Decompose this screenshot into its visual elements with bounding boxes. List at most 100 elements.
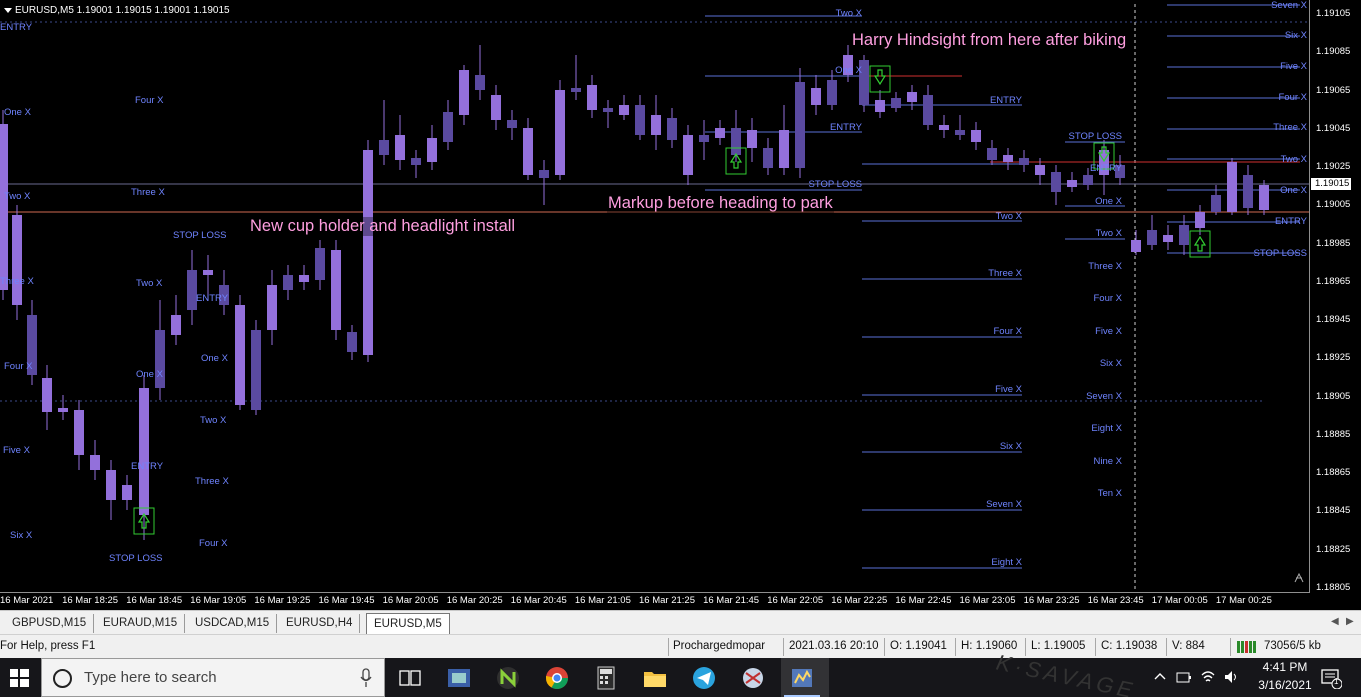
candle-body [603, 108, 613, 112]
level-label-entry[interactable]: ENTRY [131, 461, 163, 472]
candle-body [475, 75, 485, 90]
price-tick-label: 1.19005 [1316, 199, 1351, 211]
chart-area[interactable]: EURUSD,M5 1.19001 1.19015 1.19001 1.1901… [0, 0, 1361, 610]
time-tick-label: 16 Mar 19:05 [190, 595, 247, 606]
power-icon[interactable] [1176, 670, 1192, 684]
tab-euraud-m15[interactable]: EURAUD,M15 [96, 614, 186, 633]
level-label-six-x[interactable]: Six X [1285, 30, 1307, 41]
green-n-app-icon[interactable] [493, 663, 523, 693]
volume-icon[interactable] [1223, 669, 1239, 685]
symbol-dropdown-icon[interactable] [4, 7, 12, 13]
level-label-four-x[interactable]: Four X [135, 95, 164, 106]
annotation-markup[interactable]: Markup before heading to park [607, 194, 834, 213]
level-label-one-x[interactable]: One X [835, 65, 862, 76]
level-label-two-x[interactable]: Two X [4, 191, 30, 202]
tab-usdcad-m15[interactable]: USDCAD,M15 [188, 614, 278, 633]
telegram-icon[interactable] [689, 663, 719, 693]
tab-scroll-right-icon[interactable]: ▶ [1346, 616, 1354, 627]
level-label-two-x[interactable]: Two X [1281, 154, 1307, 165]
level-label-two-x[interactable]: Two X [996, 211, 1022, 222]
level-label-eight-x[interactable]: Eight X [1091, 423, 1122, 434]
level-label-stop-loss[interactable]: STOP LOSS [173, 230, 227, 241]
level-label-entry[interactable]: ENTRY [990, 95, 1022, 106]
candle-body [523, 128, 533, 175]
network-app-icon[interactable] [444, 663, 474, 693]
connection-status-icon[interactable] [1237, 641, 1259, 653]
level-label-five-x[interactable]: Five X [3, 445, 30, 456]
level-label-entry[interactable]: ENTRY [1275, 216, 1307, 227]
snipping-tool-icon[interactable] [738, 663, 768, 693]
wifi-icon[interactable] [1200, 669, 1216, 685]
chrome-icon[interactable] [542, 663, 572, 693]
chart-tabs-bar: GBPUSD,M15 EURAUD,M15 USDCAD,M15 EURUSD,H4 E… [0, 610, 1361, 634]
level-label-four-x[interactable]: Four X [1093, 293, 1122, 304]
task-view-icon[interactable] [395, 663, 425, 693]
candle-body [715, 128, 725, 138]
level-label-one-x[interactable]: One X [201, 353, 228, 364]
level-label-three-x[interactable]: Three X [1273, 122, 1307, 133]
candle-body [699, 135, 709, 142]
microphone-icon[interactable] [360, 668, 372, 688]
show-hidden-icons-chevron-icon[interactable] [1154, 671, 1166, 683]
level-label-five-x[interactable]: Five X [995, 384, 1022, 395]
calculator-icon[interactable] [591, 663, 621, 693]
annotation-hindsight[interactable]: Harry Hindsight from here after biking [851, 31, 1128, 50]
level-label-three-x[interactable]: Three X [0, 276, 34, 287]
level-label-entry[interactable]: ENTRY [830, 122, 862, 133]
tab-eurusd-h4[interactable]: EURUSD,H4 [279, 614, 361, 633]
tab-gbpusd-m15[interactable]: GBPUSD,M15 [5, 614, 95, 633]
candle-body [939, 125, 949, 130]
level-label-stop-loss[interactable]: STOP LOSS [1068, 131, 1122, 142]
candle-body [411, 158, 421, 165]
level-label-entry[interactable]: ENTRY [0, 22, 32, 33]
notification-center-icon[interactable] [1320, 667, 1342, 689]
level-label-four-x[interactable]: Four X [1278, 92, 1307, 103]
level-label-four-x[interactable]: Four X [993, 326, 1022, 337]
level-label-entry[interactable]: ENTRY [1090, 163, 1122, 174]
level-label-one-x[interactable]: One X [136, 369, 163, 380]
chart-shift-icon[interactable] [1293, 572, 1305, 584]
level-label-one-x[interactable]: One X [1280, 185, 1307, 196]
level-label-seven-x[interactable]: Seven X [986, 499, 1022, 510]
level-label-two-x[interactable]: Two X [136, 278, 162, 289]
file-explorer-icon[interactable] [640, 663, 670, 693]
level-label-one-x[interactable]: One X [4, 107, 31, 118]
windows-start-icon[interactable] [0, 658, 40, 697]
candle-body [747, 130, 757, 148]
level-label-two-x[interactable]: Two X [836, 8, 862, 19]
level-label-six-x[interactable]: Six X [1100, 358, 1122, 369]
taskbar-search-box[interactable]: Type here to search [41, 658, 385, 697]
level-label-seven-x[interactable]: Seven X [1271, 0, 1307, 11]
level-label-seven-x[interactable]: Seven X [1086, 391, 1122, 402]
level-label-three-x[interactable]: Three X [988, 268, 1022, 279]
level-label-ten-x[interactable]: Ten X [1098, 488, 1122, 499]
level-label-five-x[interactable]: Five X [1095, 326, 1122, 337]
level-label-two-x[interactable]: Two X [200, 415, 226, 426]
time-tick-label: 16 Mar 22:45 [895, 595, 952, 606]
level-label-five-x[interactable]: Five X [1280, 61, 1307, 72]
level-label-three-x[interactable]: Three X [131, 187, 165, 198]
level-label-stop-loss[interactable]: STOP LOSS [1253, 248, 1307, 259]
level-label-eight-x[interactable]: Eight X [991, 557, 1022, 568]
tab-scroll-left-icon[interactable]: ◀ [1331, 616, 1339, 627]
level-label-stop-loss[interactable]: STOP LOSS [808, 179, 862, 190]
level-label-two-x[interactable]: Two X [1096, 228, 1122, 239]
level-label-three-x[interactable]: Three X [1088, 261, 1122, 272]
time-tick-label: 16 Mar 18:25 [62, 595, 119, 606]
level-label-stop-loss[interactable]: STOP LOSS [109, 553, 163, 564]
candle-body [619, 105, 629, 115]
level-label-six-x[interactable]: Six X [10, 530, 32, 541]
status-profile[interactable]: Prochargedmopar [673, 640, 765, 652]
level-label-nine-x[interactable]: Nine X [1093, 456, 1122, 467]
annotation-cupholder[interactable]: New cup holder and headlight install [249, 217, 517, 236]
level-label-one-x[interactable]: One X [1095, 196, 1122, 207]
candle-body [1035, 165, 1045, 175]
level-label-four-x[interactable]: Four X [199, 538, 228, 549]
tab-eurusd-m5[interactable]: EURUSD,M5 [366, 613, 450, 634]
level-label-six-x[interactable]: Six X [1000, 441, 1022, 452]
level-label-three-x[interactable]: Three X [195, 476, 229, 487]
clock-time[interactable]: 4:41 PM [1249, 660, 1321, 674]
clock-date[interactable]: 3/16/2021 [1249, 678, 1321, 692]
level-label-four-x[interactable]: Four X [4, 361, 33, 372]
level-label-entry[interactable]: ENTRY [196, 293, 228, 304]
